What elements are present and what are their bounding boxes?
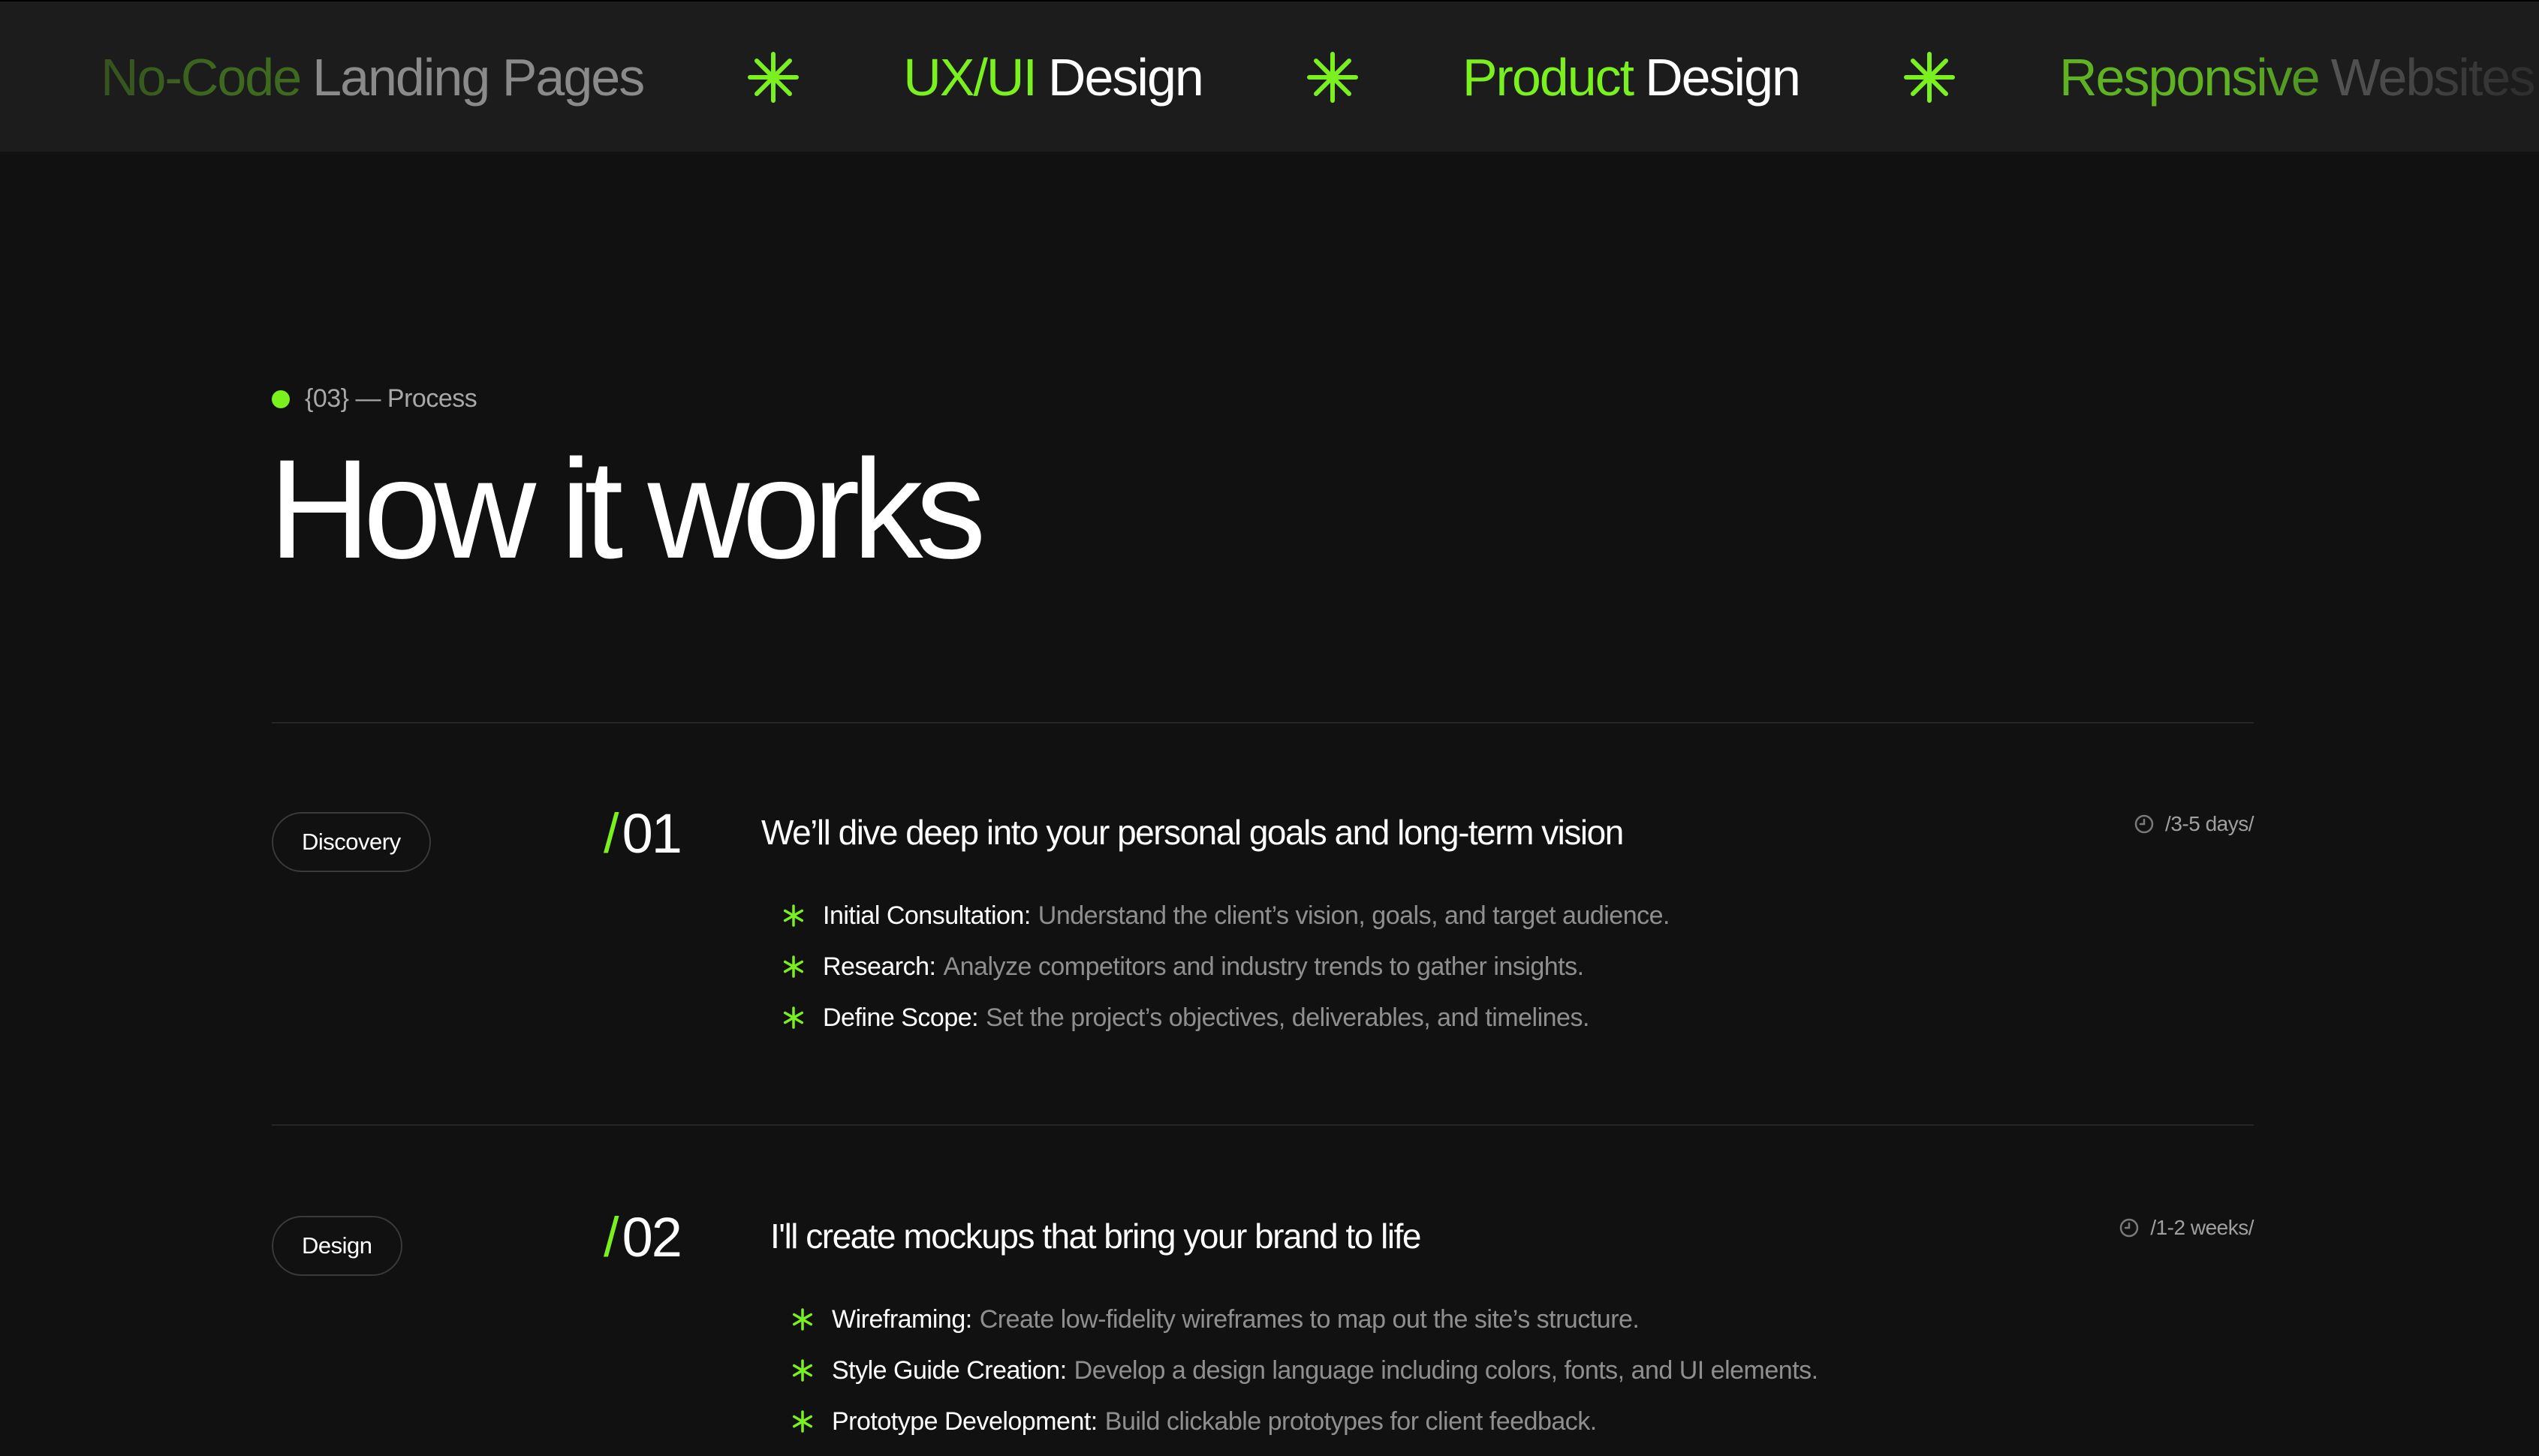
- marquee-item-highlight: UX/UI: [903, 48, 1038, 107]
- step-item-list: Initial Consultation: Understand the clie…: [782, 890, 1670, 1043]
- list-item-key: Wireframing:: [832, 1304, 972, 1334]
- step-tag[interactable]: Design: [272, 1216, 402, 1276]
- asterisk-icon: [1306, 51, 1359, 104]
- step-duration-text: /1-2 weeks/: [2150, 1216, 2254, 1239]
- list-item-value: Build clickable prototypes for client fe…: [1104, 1406, 1597, 1436]
- marquee-item: UX/UI Design: [903, 48, 1204, 107]
- step-number-value: 02: [622, 1206, 682, 1268]
- asterisk-icon: [747, 51, 800, 104]
- clock-icon: [2134, 814, 2154, 834]
- step-number-value: 01: [622, 802, 682, 865]
- list-item: Initial Consultation: Understand the clie…: [782, 890, 1670, 941]
- page-title: How it works: [269, 430, 986, 588]
- step-duration-text: /3-5 days/: [2165, 812, 2254, 835]
- asterisk-icon: [792, 1410, 813, 1433]
- list-item-value: Understand the client’s vision, goals, a…: [1038, 901, 1670, 930]
- list-item-value: Develop a design language including colo…: [1074, 1355, 1818, 1385]
- marquee-item-text: Design: [1047, 48, 1204, 107]
- list-item-key: Prototype Development:: [832, 1406, 1098, 1436]
- marquee-item-highlight: No-Code: [101, 48, 302, 107]
- list-item-value: Analyze competitors and industry trends …: [943, 952, 1584, 981]
- list-item: Define Scope: Set the project’s objective…: [782, 992, 1670, 1043]
- marquee-item-text: Design: [1645, 48, 1801, 107]
- step-item-list: Wireframing: Create low-fidelity wirefram…: [791, 1294, 1818, 1447]
- asterisk-icon: [1903, 51, 1956, 104]
- marquee-item: Responsive Websites: [2059, 48, 2536, 107]
- asterisk-icon: [792, 1308, 813, 1331]
- divider: [272, 1124, 2254, 1126]
- asterisk-icon: [783, 955, 804, 978]
- marquee-item-highlight: Product: [1462, 48, 1634, 107]
- list-item-key: Style Guide Creation:: [832, 1355, 1067, 1385]
- marquee-item-text: Websites: [2330, 48, 2536, 107]
- marquee-item-text: Landing Pages: [312, 48, 645, 107]
- list-item: Wireframing: Create low-fidelity wirefram…: [791, 1294, 1818, 1345]
- process-step-discovery: Discovery /01 We’ll dive deep into your …: [272, 806, 2254, 1052]
- list-item-value: Create low-fidelity wireframes to map ou…: [979, 1304, 1640, 1334]
- services-marquee: No-Code Landing Pages UX/UI Design Product…: [0, 0, 2539, 152]
- section-eyebrow-text: {03} — Process: [305, 384, 477, 413]
- section-eyebrow: {03} — Process: [272, 384, 477, 414]
- list-item: Prototype Development: Build clickable pr…: [791, 1396, 1818, 1447]
- step-title: We’ll dive deep into your personal goals…: [761, 813, 1624, 852]
- process-step-design: Design /02 I'll create mockups that brin…: [272, 1210, 2254, 1456]
- asterisk-icon: [783, 904, 804, 927]
- list-item-key: Research:: [823, 952, 936, 981]
- divider: [272, 722, 2254, 723]
- marquee-track: No-Code Landing Pages UX/UI Design Product…: [101, 2, 2536, 152]
- marquee-item: Product Design: [1462, 48, 1801, 107]
- step-duration: /1-2 weeks/: [2119, 1216, 2254, 1240]
- list-item-key: Define Scope:: [823, 1003, 979, 1032]
- list-item-key: Initial Consultation:: [823, 901, 1031, 930]
- step-title: I'll create mockups that bring your bran…: [770, 1217, 1421, 1256]
- marquee-item-highlight: Responsive: [2059, 48, 2321, 107]
- list-item: Style Guide Creation: Develop a design la…: [791, 1345, 1818, 1396]
- status-dot-icon: [272, 390, 290, 408]
- step-number: /01: [604, 802, 682, 865]
- asterisk-icon: [783, 1006, 804, 1029]
- clock-icon: [2120, 1218, 2139, 1238]
- list-item-value: Set the project’s objectives, deliverabl…: [986, 1003, 1589, 1032]
- step-number: /02: [604, 1206, 682, 1268]
- asterisk-icon: [792, 1359, 813, 1382]
- list-item: Research: Analyze competitors and industr…: [782, 941, 1670, 992]
- marquee-item: No-Code Landing Pages: [101, 48, 645, 107]
- step-duration: /3-5 days/: [2134, 812, 2254, 836]
- step-tag[interactable]: Discovery: [272, 812, 431, 872]
